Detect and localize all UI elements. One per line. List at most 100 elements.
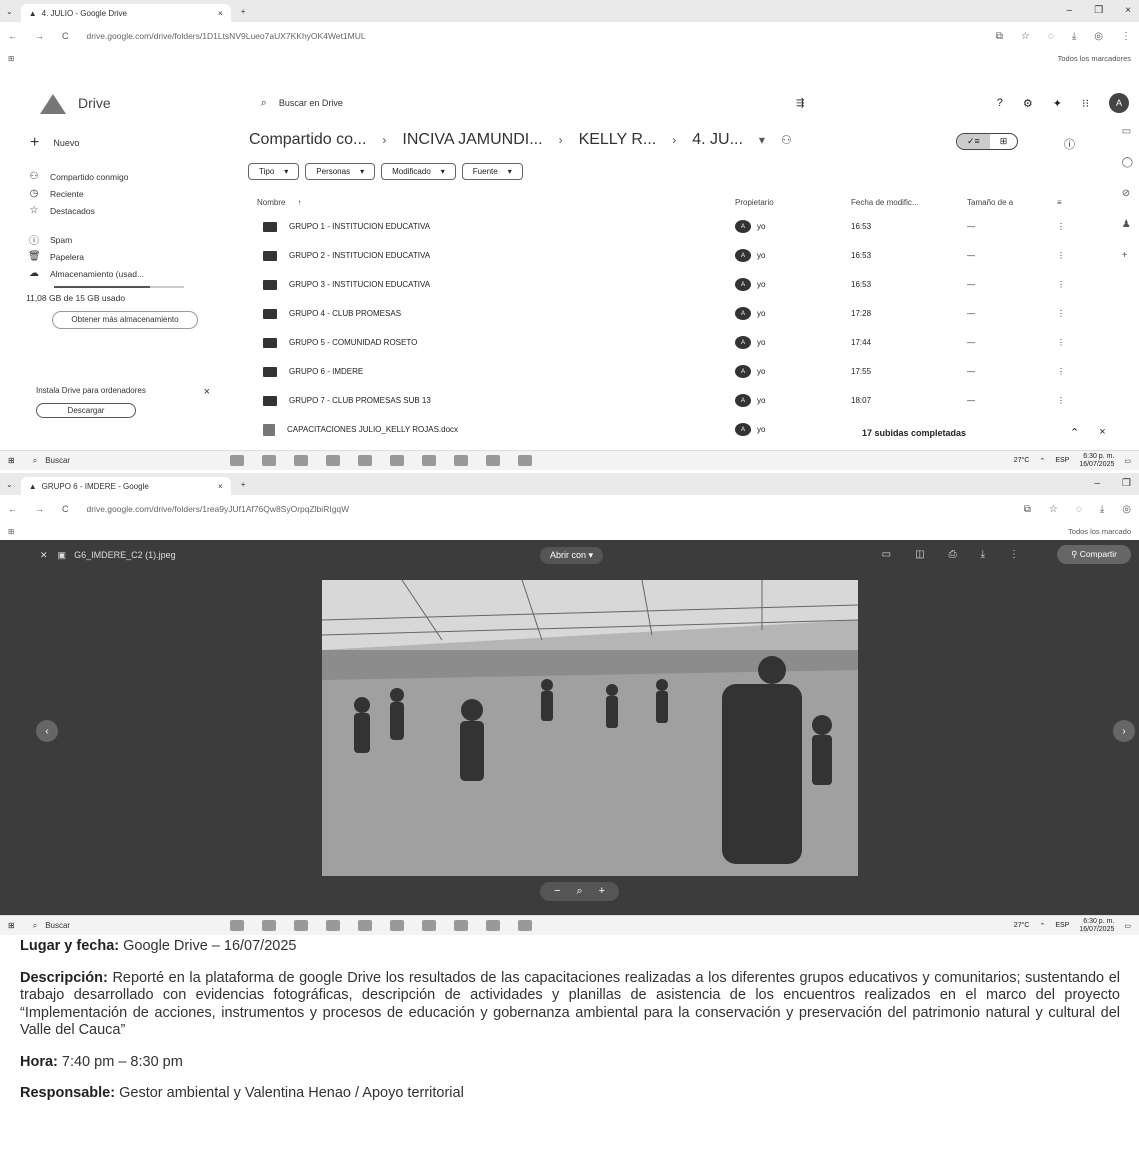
app-icon[interactable] bbox=[454, 455, 469, 466]
close-promo-icon[interactable]: × bbox=[204, 386, 210, 398]
profile-icon[interactable]: ◎ bbox=[1122, 504, 1131, 515]
browser-tab[interactable]: ▲ GRUPO 6 - IMDERE - Google × bbox=[20, 477, 231, 495]
sidebar-item-shared[interactable]: ⚇ Compartido conmigo bbox=[22, 168, 222, 185]
column-owner[interactable]: Propietario bbox=[735, 198, 851, 207]
sidebar-item-recent[interactable]: ◷ Reciente bbox=[22, 185, 222, 202]
table-row[interactable]: GRUPO 1 - INSTITUCION EDUCATIVA Ayo 16:53 —… bbox=[249, 212, 1089, 241]
close-tab-icon[interactable]: × bbox=[218, 9, 223, 18]
table-row[interactable]: GRUPO 5 - COMUNIDAD ROSETO Ayo 17:44 — ⋮ bbox=[249, 328, 1089, 357]
app-icon[interactable] bbox=[518, 455, 533, 466]
weather[interactable]: 27°C bbox=[1014, 922, 1030, 929]
apps-icon[interactable]: ⊞ bbox=[8, 527, 14, 536]
browser-tab[interactable]: ▲ 4. JULIO - Google Drive × bbox=[20, 4, 231, 22]
reload-icon[interactable]: C bbox=[62, 504, 69, 514]
grid-view-icon[interactable]: ⊞ bbox=[990, 134, 1018, 149]
table-row[interactable]: GRUPO 6 - IMDERE Ayo 17:55 — ⋮ bbox=[249, 357, 1089, 386]
app-icon[interactable] bbox=[262, 920, 277, 931]
tab-list-chevron-icon[interactable]: ⌄ bbox=[6, 7, 13, 16]
forward-icon[interactable]: → bbox=[35, 31, 44, 41]
new-tab-icon[interactable]: + bbox=[241, 480, 246, 489]
minimize-icon[interactable]: – bbox=[1067, 5, 1073, 16]
breadcrumb-item[interactable]: KELLY R... bbox=[579, 131, 657, 149]
drive-search[interactable]: ⌕ Buscar en Drive bbox=[261, 97, 343, 110]
avatar[interactable]: A bbox=[1109, 93, 1129, 113]
more-actions-icon[interactable]: ⋮ bbox=[1057, 309, 1087, 318]
download-icon[interactable]: ⤓ bbox=[981, 549, 985, 560]
tab-list-chevron-icon[interactable]: ⌄ bbox=[6, 480, 13, 489]
contacts-icon[interactable]: ♟ bbox=[1122, 219, 1133, 230]
column-date[interactable]: Fecha de modific... bbox=[851, 198, 967, 207]
language[interactable]: ESP bbox=[1055, 457, 1069, 464]
apps-icon[interactable]: ⊞ bbox=[8, 54, 14, 63]
app-icon[interactable] bbox=[486, 920, 501, 931]
app-icon[interactable] bbox=[294, 920, 309, 931]
comment-icon[interactable]: ▭ bbox=[882, 549, 891, 560]
info-icon[interactable]: ⓘ bbox=[1064, 136, 1075, 152]
maximize-icon[interactable]: ❐ bbox=[1094, 5, 1103, 16]
list-view-icon[interactable]: ✓≡ bbox=[957, 134, 990, 149]
zoom-in-icon[interactable]: + bbox=[599, 885, 605, 898]
previous-image-icon[interactable]: ‹ bbox=[36, 720, 58, 742]
tray-chevron-icon[interactable]: ⌃ bbox=[1039, 457, 1045, 465]
windows-start-icon[interactable]: ⊞ bbox=[8, 456, 15, 465]
language[interactable]: ESP bbox=[1055, 922, 1069, 929]
calendar-icon[interactable]: ▭ bbox=[1122, 126, 1133, 137]
download-icon[interactable]: ⤓ bbox=[1100, 504, 1104, 515]
app-icon[interactable] bbox=[358, 920, 373, 931]
share-button[interactable]: ⚲ Compartir bbox=[1057, 545, 1131, 564]
new-tab-icon[interactable]: + bbox=[241, 7, 246, 16]
clock[interactable]: 6:30 p. m. 16/07/2025 bbox=[1079, 453, 1114, 469]
sidebar-item-starred[interactable]: ☆ Destacados bbox=[22, 202, 222, 219]
settings-icon[interactable]: ⚙ bbox=[1023, 97, 1033, 110]
url-field[interactable]: drive.google.com/drive/folders/1rea9yJUf… bbox=[87, 504, 350, 514]
filter-chip-people[interactable]: Personas ▾ bbox=[305, 163, 376, 180]
more-actions-icon[interactable]: ⋮ bbox=[1057, 251, 1087, 260]
more-icon[interactable]: ⋮ bbox=[1009, 549, 1019, 560]
menu-icon[interactable]: ⋮ bbox=[1121, 31, 1131, 42]
close-window-icon[interactable]: × bbox=[1125, 5, 1131, 16]
bookmark-star-icon[interactable]: ☆ bbox=[1021, 31, 1030, 42]
app-icon[interactable] bbox=[230, 920, 245, 931]
extensions-icon[interactable]: ◌ bbox=[1048, 31, 1054, 42]
taskbar-search[interactable]: ⌕ Buscar bbox=[33, 921, 70, 931]
breadcrumb-item[interactable]: INCIVA JAMUNDI... bbox=[402, 131, 542, 149]
help-icon[interactable]: ? bbox=[997, 97, 1003, 109]
split-view-icon[interactable]: ◫ bbox=[915, 549, 924, 560]
cast-icon[interactable]: ⧉ bbox=[1024, 504, 1031, 515]
tasks-icon[interactable]: ⊘ bbox=[1122, 188, 1133, 199]
minimize-icon[interactable]: – bbox=[1094, 478, 1100, 489]
apps-grid-icon[interactable]: ⁝⁝ bbox=[1082, 97, 1089, 110]
drive-logo-icon[interactable] bbox=[38, 92, 68, 114]
sort-options-icon[interactable]: ≡ bbox=[1057, 198, 1087, 207]
add-addon-icon[interactable]: + bbox=[1122, 250, 1133, 261]
print-icon[interactable]: ⎙ bbox=[949, 549, 957, 560]
breadcrumb-item-current[interactable]: 4. JU... bbox=[692, 131, 743, 149]
clock[interactable]: 6:30 p. m. 16/07/2025 bbox=[1079, 918, 1114, 934]
app-icon[interactable] bbox=[390, 455, 405, 466]
gemini-icon[interactable]: ✦ bbox=[1053, 97, 1062, 110]
windows-start-icon[interactable]: ⊞ bbox=[8, 921, 15, 930]
open-with-button[interactable]: Abrir con ▾ bbox=[540, 547, 604, 564]
app-icon[interactable] bbox=[390, 920, 405, 931]
more-actions-icon[interactable]: ⋮ bbox=[1057, 222, 1087, 231]
new-button[interactable]: + Nuevo bbox=[22, 130, 222, 156]
app-icon[interactable] bbox=[326, 455, 341, 466]
extensions-icon[interactable]: ◌ bbox=[1076, 504, 1082, 515]
app-icon[interactable] bbox=[262, 455, 277, 466]
table-row[interactable]: GRUPO 2 - INSTITUCION EDUCATIVA Ayo 16:53 —… bbox=[249, 241, 1089, 270]
next-image-icon[interactable]: › bbox=[1113, 720, 1135, 742]
app-icon[interactable] bbox=[454, 920, 469, 931]
filter-chip-source[interactable]: Fuente ▾ bbox=[461, 163, 523, 180]
back-icon[interactable]: ← bbox=[8, 504, 17, 514]
maximize-icon[interactable]: ❐ bbox=[1122, 478, 1131, 489]
url-field[interactable]: drive.google.com/drive/folders/1D1LtsNV9… bbox=[87, 31, 366, 41]
search-input[interactable]: Buscar en Drive bbox=[279, 98, 343, 108]
app-icon[interactable] bbox=[422, 455, 437, 466]
get-more-storage-button[interactable]: Obtener más almacenamiento bbox=[52, 311, 198, 329]
app-icon[interactable] bbox=[486, 455, 501, 466]
more-actions-icon[interactable]: ⋮ bbox=[1057, 338, 1087, 347]
close-tab-icon[interactable]: × bbox=[218, 482, 223, 491]
collapse-icon[interactable]: ⌃ bbox=[1070, 426, 1079, 439]
breadcrumb-item[interactable]: Compartido co... bbox=[249, 131, 366, 149]
bookmark-star-icon[interactable]: ☆ bbox=[1049, 504, 1058, 515]
